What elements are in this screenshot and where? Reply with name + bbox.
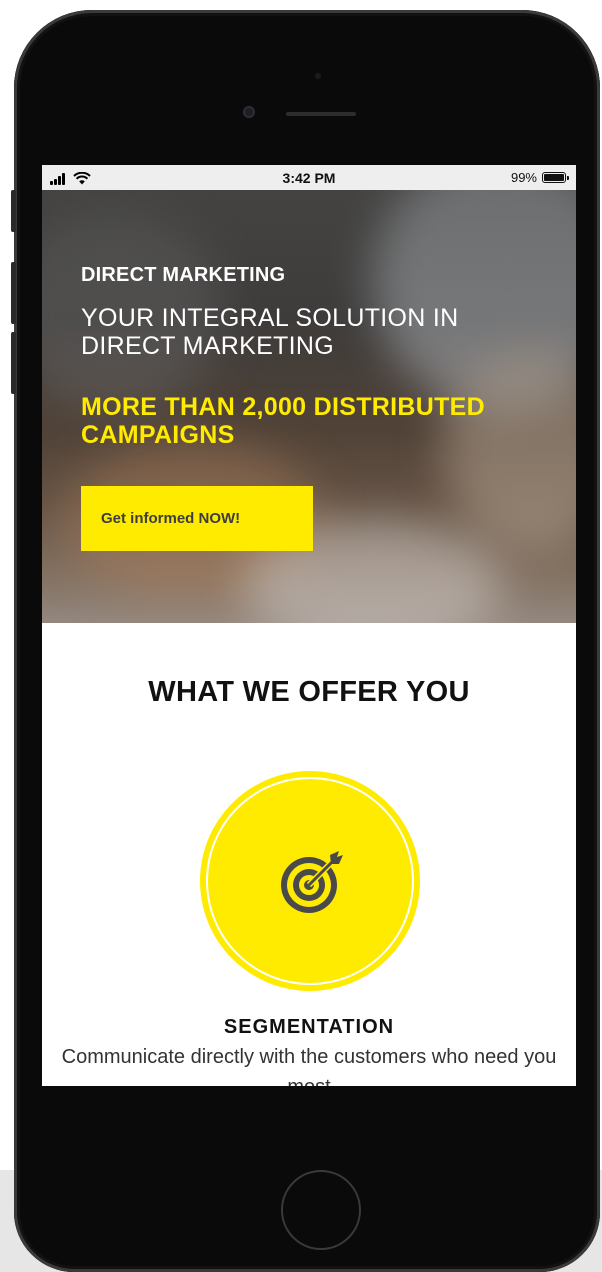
target-icon [281, 851, 343, 913]
home-button[interactable] [281, 1170, 361, 1250]
feature-description: Communicate directly with the customers … [61, 1046, 557, 1086]
phone-screen: 3:42 PM 99% DIRECT MARKETING YOUR INTEGR… [42, 165, 576, 1086]
battery-percent: 99% [510, 170, 537, 185]
status-bar-right: 99% [510, 170, 569, 185]
hero-eyebrow: DIRECT MARKETING [81, 264, 286, 286]
section-title: WHAT WE OFFER YOU [148, 676, 470, 708]
hero-title: YOUR INTEGRAL SOLUTION IN DIRECT MARKETI… [81, 304, 459, 360]
volume-up-button [11, 262, 16, 324]
silent-switch [11, 190, 16, 232]
status-time: 3:42 PM [282, 170, 336, 186]
volume-down-button [11, 332, 16, 394]
feature-icon-circle [200, 771, 420, 991]
hero-highlight: MORE THAN 2,000 DISTRIBUTED CAMPAIGNS [81, 393, 485, 449]
earpiece-speaker [286, 112, 356, 116]
feature-title: SEGMENTATION [223, 1016, 395, 1038]
front-camera [243, 106, 255, 118]
battery-icon [542, 172, 569, 183]
get-informed-button[interactable]: Get informed NOW! [81, 486, 313, 551]
hero-banner: DIRECT MARKETING YOUR INTEGRAL SOLUTION … [42, 190, 576, 623]
battery-level [544, 174, 564, 181]
status-bar: 3:42 PM 99% [42, 165, 576, 190]
proximity-sensor [315, 73, 321, 79]
